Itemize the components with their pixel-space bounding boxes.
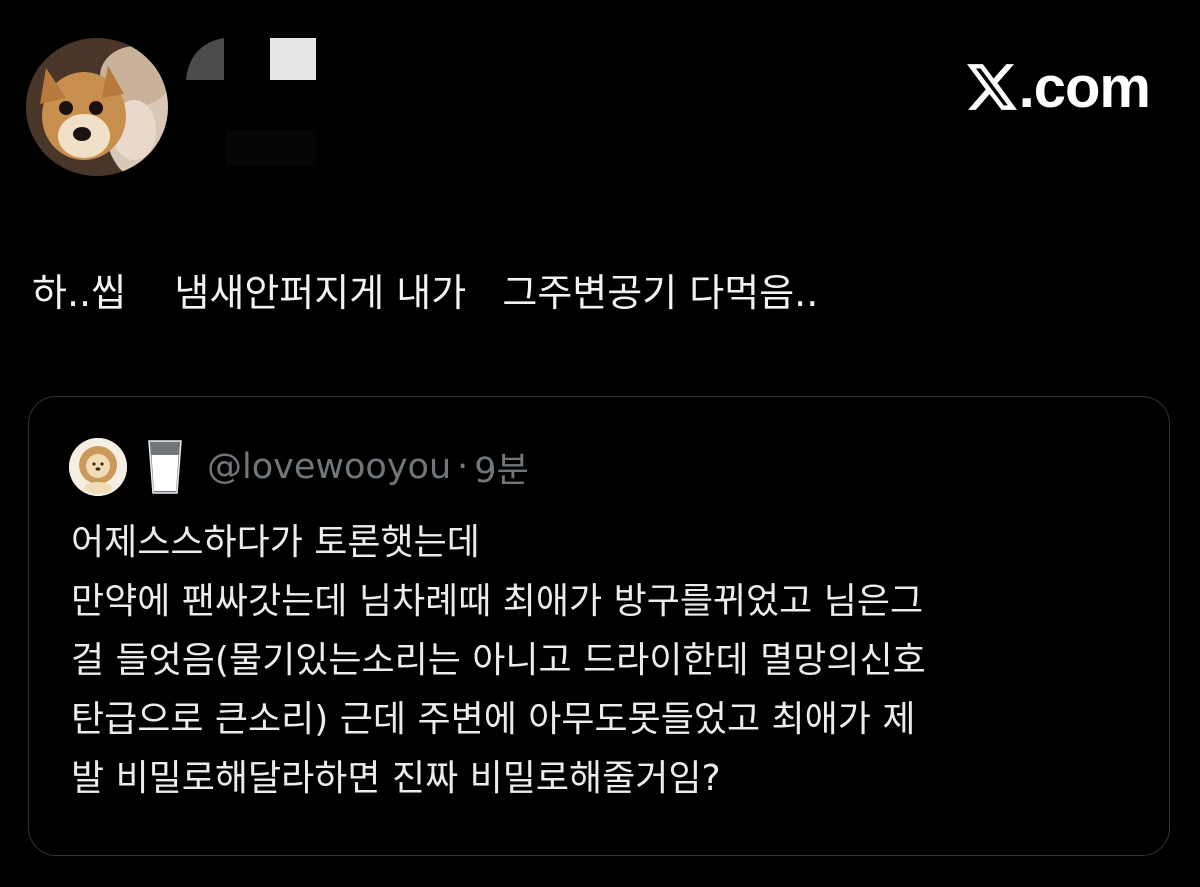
quoted-tweet-card[interactable]: @lovewooyou · 9분 어제스스하다가 토론햇는데 만약에 팬싸갓는데… bbox=[28, 396, 1170, 856]
author-name-redacted bbox=[186, 36, 326, 84]
brand-domain: .com bbox=[1018, 54, 1151, 120]
author-handle-redacted bbox=[226, 130, 316, 166]
quoted-tweet-text: 어제스스하다가 토론햇는데 만약에 팬싸갓는데 님차례때 최애가 방구를뀌었고 … bbox=[71, 513, 1151, 808]
meta-separator: · bbox=[457, 447, 469, 487]
x-logo-icon bbox=[966, 64, 1017, 110]
quoted-author-handle[interactable]: @lovewooyou bbox=[207, 447, 451, 487]
quote-line: 탄급으로 큰소리) 근데 주변에 아무도못들었고 최애가 제 bbox=[71, 699, 916, 740]
quote-line: 걸 들엇음(물기있는소리는 아니고 드라이한데 멸망의신호 bbox=[71, 640, 926, 681]
tweet-text: 하..씹 냄새안퍼지게 내가 그주변공기 다먹음.. bbox=[32, 271, 819, 315]
quoted-tweet-header: @lovewooyou · 9분 bbox=[69, 437, 529, 497]
lion-avatar-icon bbox=[69, 438, 127, 496]
quoted-author-avatar[interactable] bbox=[69, 438, 127, 496]
brand-logo: .com bbox=[966, 54, 1151, 120]
author-avatar[interactable] bbox=[26, 38, 168, 176]
avatar-image bbox=[26, 38, 168, 176]
quoted-tweet-time[interactable]: 9분 bbox=[474, 442, 528, 493]
quote-line: 어제스스하다가 토론햇는데 bbox=[71, 522, 480, 563]
quote-line: 만약에 팬싸갓는데 님차례때 최애가 방구를뀌었고 님은그 bbox=[71, 581, 924, 622]
milk-glass-icon bbox=[145, 439, 185, 495]
quote-line: 발 비밀로해달라하면 진짜 비밀로해줄거임? bbox=[71, 758, 721, 799]
